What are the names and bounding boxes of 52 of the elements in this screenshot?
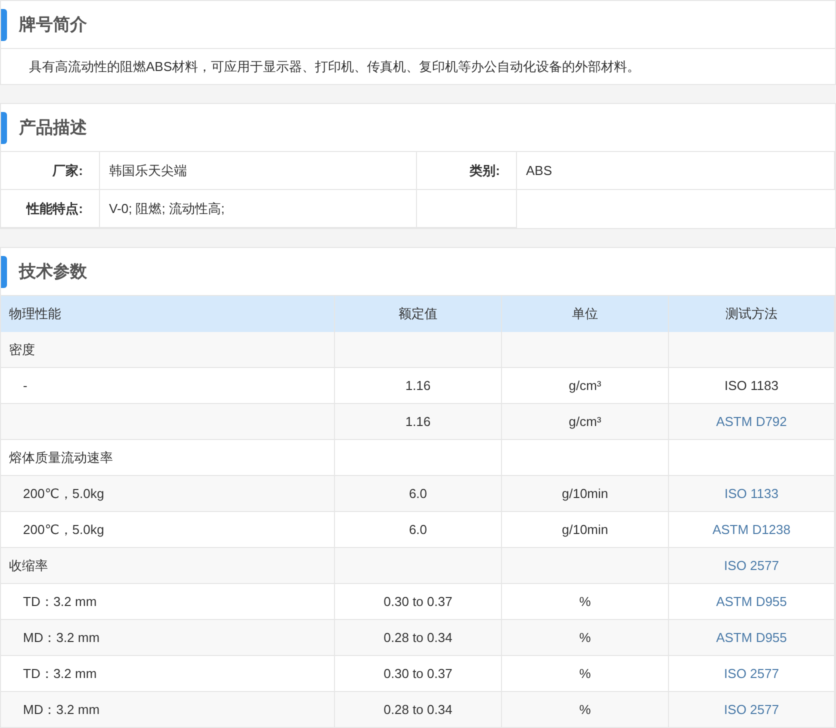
table-cell: MD：3.2 mm: [1, 620, 335, 656]
method-link[interactable]: ASTM D1238: [712, 522, 791, 537]
table-cell: %: [502, 692, 669, 728]
table-cell: 熔体质量流动速率: [1, 440, 335, 476]
table-cell: 收缩率: [1, 548, 335, 584]
table-cell: 0.30 to 0.37: [335, 584, 502, 620]
table-cell: TD：3.2 mm: [1, 584, 335, 620]
method-text: ISO 1183: [724, 378, 778, 393]
table-cell: 6.0: [335, 476, 502, 512]
field-label: 厂家:: [1, 152, 100, 190]
table-cell: 0.28 to 0.34: [335, 620, 502, 656]
table-cell: g/cm³: [502, 368, 669, 404]
column-header: 额定值: [335, 296, 502, 332]
table-cell: 200℃，5.0kg: [1, 512, 335, 548]
table-cell: TD：3.2 mm: [1, 656, 335, 692]
table-cell: -: [1, 368, 335, 404]
method-link[interactable]: ISO 2577: [724, 666, 779, 681]
table-cell: 密度: [1, 332, 335, 368]
table-cell: 200℃，5.0kg: [1, 476, 335, 512]
table-cell: g/10min: [502, 512, 669, 548]
table-cell: 0.30 to 0.37: [335, 656, 502, 692]
table-cell: g/10min: [502, 476, 669, 512]
method-link[interactable]: ASTM D955: [716, 630, 787, 645]
table-cell: MD：3.2 mm: [1, 692, 335, 728]
accent-bar: [1, 8, 7, 40]
table-cell: 0.28 to 0.34: [335, 692, 502, 728]
field-label: 类别:: [417, 152, 517, 190]
field-value: ABS: [517, 152, 835, 190]
method-link[interactable]: ISO 1133: [724, 486, 778, 501]
table-cell: %: [502, 584, 669, 620]
method-link[interactable]: ASTM D792: [716, 414, 787, 429]
table-cell: 1.16: [335, 368, 502, 404]
table-cell: %: [502, 620, 669, 656]
method-link[interactable]: ISO 2577: [724, 702, 779, 717]
accent-bar: [1, 256, 7, 288]
field-value: V-0; 阻燃; 流动性高;: [100, 190, 417, 228]
table-cell: %: [502, 656, 669, 692]
section-title: 技术参数: [19, 261, 87, 283]
field-label: 性能特点:: [1, 190, 100, 228]
table-cell: 1.16: [335, 404, 502, 440]
field-value: 韩国乐天尖端: [100, 152, 417, 190]
section-title: 产品描述: [19, 117, 87, 139]
accent-bar: [1, 112, 7, 144]
column-header: 单位: [502, 296, 669, 332]
method-link[interactable]: ASTM D955: [716, 594, 787, 609]
method-link[interactable]: ISO 2577: [724, 558, 779, 573]
column-header: 物理性能: [1, 296, 335, 332]
intro-text: 具有高流动性的阻燃ABS材料，可应用于显示器、打印机、传真机、复印机等办公自动化设备的外部材料。: [28, 58, 642, 76]
table-cell: 6.0: [335, 512, 502, 548]
column-header: 测试方法: [669, 296, 835, 332]
table-cell: g/cm³: [502, 404, 669, 440]
section-title: 牌号简介: [19, 14, 87, 36]
